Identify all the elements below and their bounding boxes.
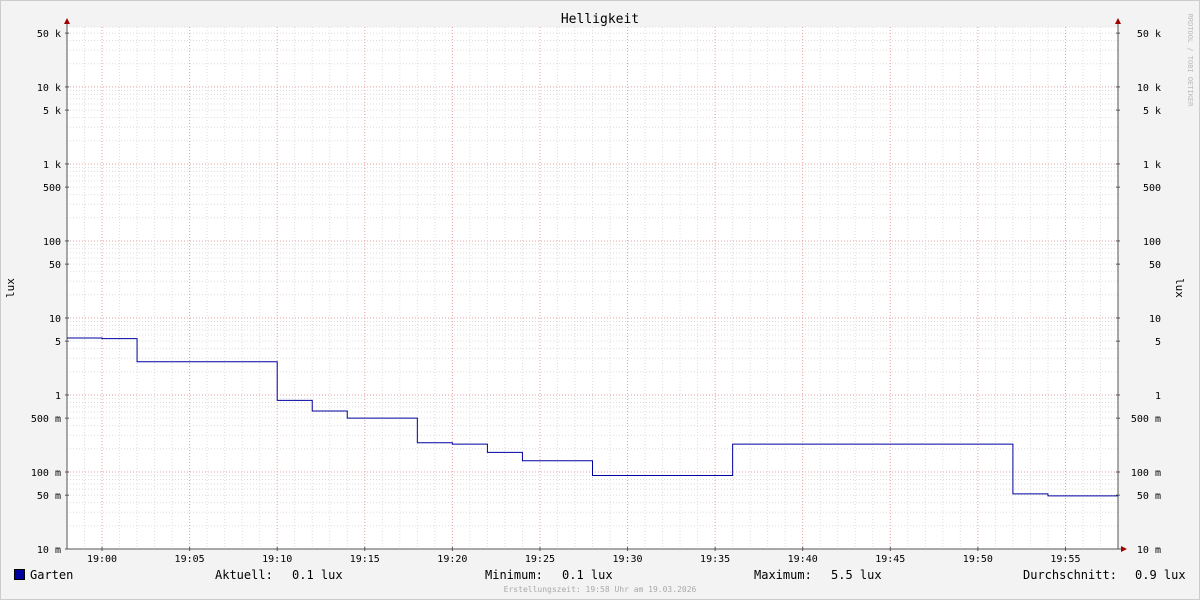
y-tick-label-right: 500 xyxy=(1143,183,1161,194)
x-tick-label: 19:05 xyxy=(175,554,205,565)
y-tick-label-right: 10 k xyxy=(1137,83,1161,94)
y-tick-label-left: 50 m xyxy=(37,491,61,502)
y-tick-label-left: 1 k xyxy=(43,160,61,171)
y-tick-label-right: 50 k xyxy=(1137,29,1161,40)
y-tick-label-right: 500 m xyxy=(1131,414,1161,425)
y-tick-label-left: 500 xyxy=(43,183,61,194)
x-tick-label: 19:35 xyxy=(700,554,730,565)
y-tick-label-left: 1 xyxy=(55,391,61,402)
legend-current-label: Aktuell: xyxy=(215,568,273,582)
legend-current-value: 0.1 lux xyxy=(292,568,343,582)
legend: Garten Aktuell: 0.1 lux Minimum: 0.1 lux… xyxy=(0,568,1200,584)
legend-max-value: 5.5 lux xyxy=(831,568,882,582)
y-tick-label-right: 10 xyxy=(1149,314,1161,325)
y-tick-label-right: 100 m xyxy=(1131,468,1161,479)
y-tick-label-right: 50 m xyxy=(1137,491,1161,502)
x-axis-arrow-icon xyxy=(1121,546,1127,552)
watermark: RRDTOOL / TOBI OETIKER xyxy=(1186,14,1194,108)
x-tick-label: 19:45 xyxy=(875,554,905,565)
y-tick-label-left: 50 k xyxy=(37,29,61,40)
y-axis-right-arrow-icon xyxy=(1115,18,1121,24)
chart-title: Helligkeit xyxy=(561,12,639,27)
y-tick-label-right: 1 xyxy=(1155,391,1161,402)
footer-timestamp: Erstellungszeit: 19:58 Uhr am 19.03.2026 xyxy=(503,585,697,594)
legend-series-name: Garten xyxy=(30,568,74,582)
y-axis-arrow-icon xyxy=(64,18,70,24)
legend-avg-label: Durchschnitt: xyxy=(1023,568,1117,582)
x-tick-label: 19:55 xyxy=(1050,554,1080,565)
y-tick-label-left: 500 m xyxy=(31,414,61,425)
y-tick-label-left: 5 k xyxy=(43,106,61,117)
legend-avg-value: 0.9 lux xyxy=(1135,568,1186,582)
y-tick-label-left: 10 m xyxy=(37,545,61,556)
x-tick-label: 19:15 xyxy=(350,554,380,565)
y-tick-label-left: 10 xyxy=(49,314,61,325)
y-tick-label-right: 100 xyxy=(1143,237,1161,248)
x-tick-label: 19:25 xyxy=(525,554,555,565)
legend-min-value: 0.1 lux xyxy=(562,568,613,582)
y-axis-label-left: lux xyxy=(4,278,17,298)
y-tick-label-right: 5 xyxy=(1155,337,1161,348)
y-tick-label-left: 100 m xyxy=(31,468,61,479)
y-tick-label-left: 5 xyxy=(55,337,61,348)
y-tick-label-left: 100 xyxy=(43,237,61,248)
x-tick-label: 19:40 xyxy=(788,554,818,565)
legend-min-label: Minimum: xyxy=(485,568,543,582)
x-tick-label: 19:10 xyxy=(262,554,292,565)
y-tick-label-right: 5 k xyxy=(1143,106,1161,117)
x-tick-label: 19:00 xyxy=(87,554,117,565)
y-tick-label-right: 10 m xyxy=(1137,545,1161,556)
y-tick-label-right: 1 k xyxy=(1143,160,1161,171)
x-tick-label: 19:50 xyxy=(963,554,993,565)
y-axis-label-right: lux xyxy=(1173,278,1186,298)
brightness-chart: 50 k 50 k 10 k 10 k 5 k 5 k 1 k 1 k 500 500 100 100… xyxy=(4,12,1194,565)
y-tick-label-right: 50 xyxy=(1149,260,1161,271)
x-tick-label: 19:30 xyxy=(612,554,642,565)
x-tick-label: 19:20 xyxy=(437,554,467,565)
legend-max-label: Maximum: xyxy=(754,568,812,582)
y-tick-label-left: 10 k xyxy=(37,83,61,94)
y-tick-label-left: 50 xyxy=(49,260,61,271)
